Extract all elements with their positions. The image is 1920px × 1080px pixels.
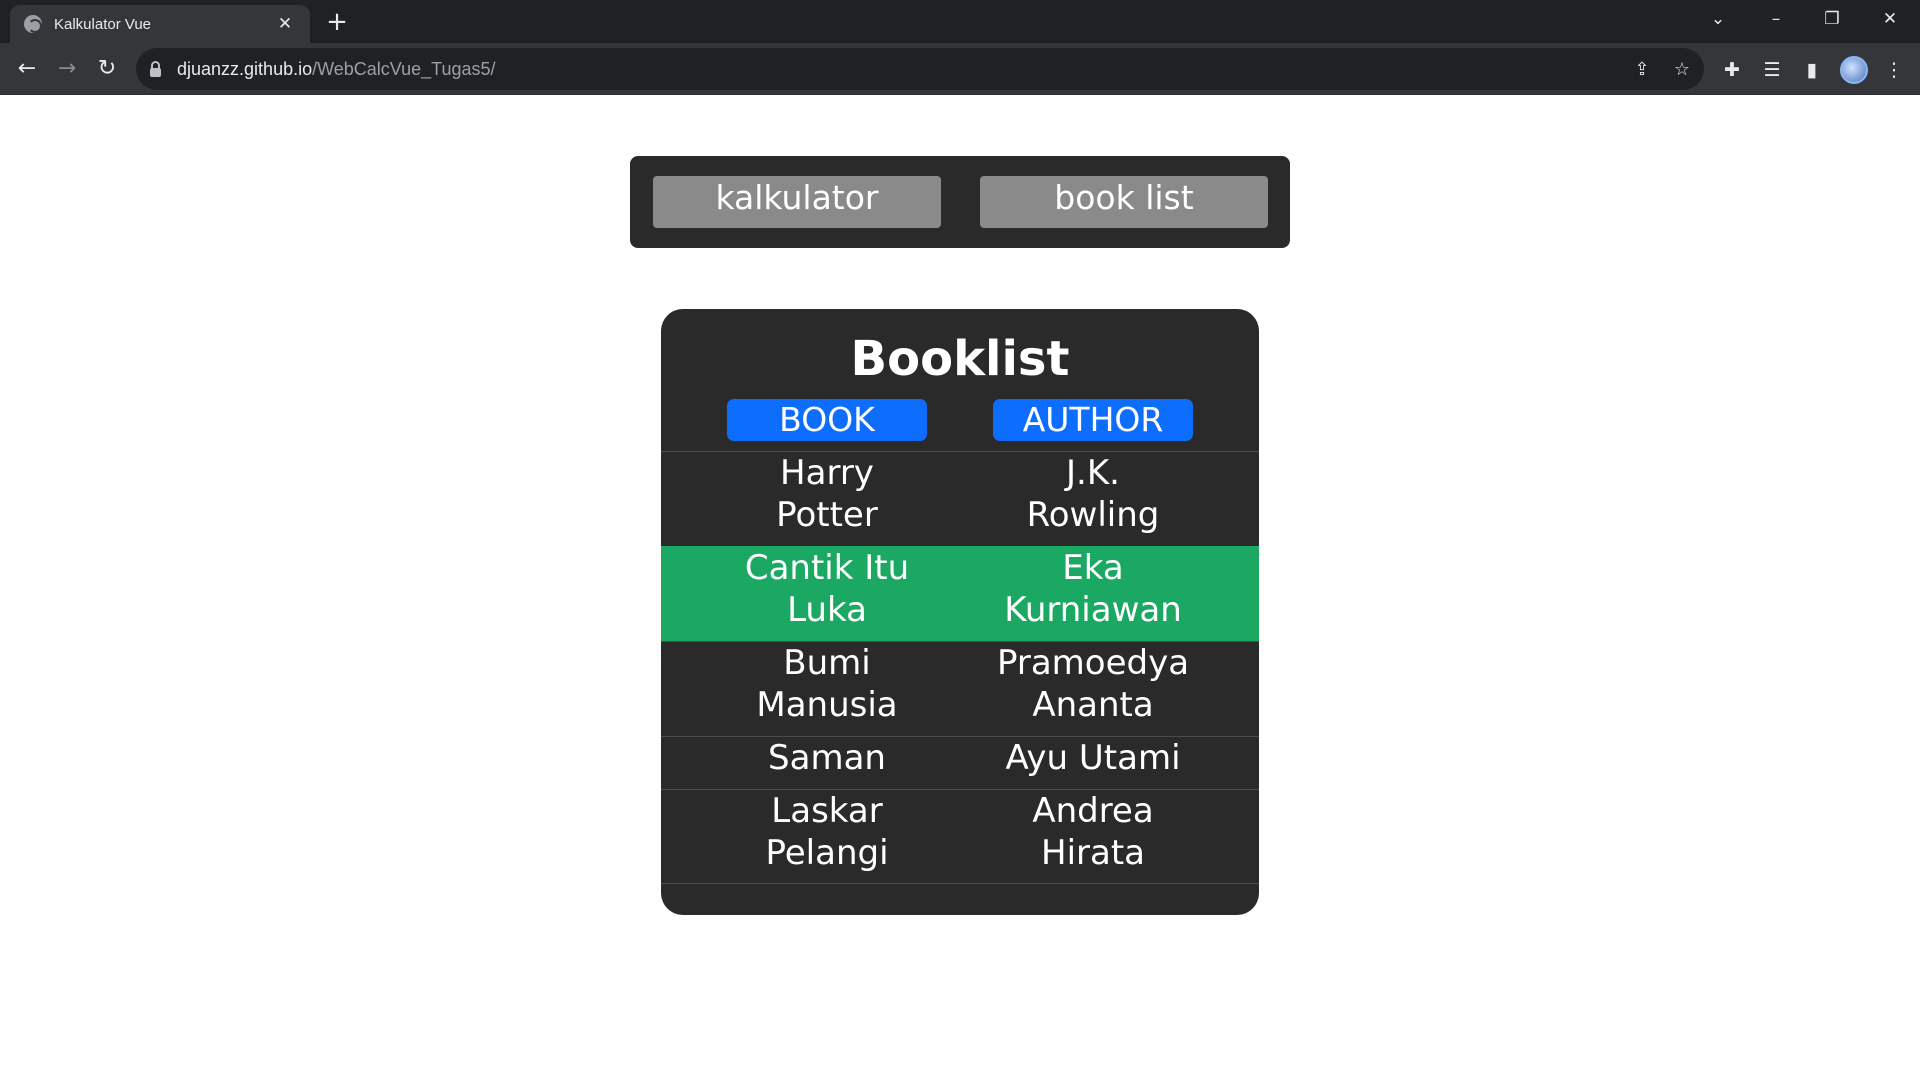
author-column-header[interactable]: AUTHOR xyxy=(993,399,1193,441)
book-column-header[interactable]: BOOK xyxy=(727,399,927,441)
url-text: djuanzz.github.io/WebCalcVue_Tugas5/ xyxy=(177,58,496,79)
tab-strip: Kalkulator Vue ✕ + ⌄ – ❐ ✕ xyxy=(0,0,1920,43)
restore-icon[interactable]: ❐ xyxy=(1810,4,1854,34)
new-tab-icon[interactable]: + xyxy=(322,8,352,38)
lock-icon xyxy=(150,60,161,77)
extensions-icon[interactable]: ✚ xyxy=(1719,57,1745,83)
book-cell-line: Potter xyxy=(776,495,878,535)
close-tab-icon[interactable]: ✕ xyxy=(274,14,296,34)
book-cell-line: Laskar xyxy=(771,791,883,831)
table-row[interactable]: Cantik Itu Luka Eka Kurniawan xyxy=(661,546,1259,641)
table-row[interactable]: Bumi Manusia Pramoedya Ananta xyxy=(661,641,1259,736)
book-cell: Saman xyxy=(717,737,937,779)
book-cell-line: Pelangi xyxy=(765,833,889,873)
author-cell-line: Rowling xyxy=(1026,495,1160,535)
book-cell-line: Manusia xyxy=(756,685,898,725)
book-table: Harry Potter J.K. Rowling Cantik Itu Luka Eka K… xyxy=(661,451,1259,884)
author-cell: J.K. Rowling xyxy=(983,452,1203,536)
address-bar[interactable]: djuanzz.github.io/WebCalcVue_Tugas5/ ⇪ ☆ xyxy=(136,48,1704,90)
table-row[interactable]: Harry Potter J.K. Rowling xyxy=(661,451,1259,546)
author-cell-line: Kurniawan xyxy=(1004,590,1182,630)
forward-icon[interactable]: → xyxy=(51,53,83,85)
profile-avatar[interactable] xyxy=(1840,56,1868,84)
minimize-icon[interactable]: – xyxy=(1754,4,1798,34)
book-cell-line: Harry xyxy=(780,453,874,493)
author-cell-line: Ananta xyxy=(1032,685,1154,725)
book-cell-line: Luka xyxy=(787,590,867,630)
book-cell-line: Bumi xyxy=(783,643,871,683)
author-cell-line: Hirata xyxy=(1041,833,1145,873)
author-cell-line: Andrea xyxy=(1032,791,1154,831)
author-cell-line: Pramoedya xyxy=(996,643,1190,683)
nav-panel: kalkulator book list xyxy=(630,156,1290,248)
author-cell-line: Ayu Utami xyxy=(1005,738,1181,778)
booklist-button[interactable]: book list xyxy=(980,176,1268,228)
author-cell: Pramoedya Ananta xyxy=(983,642,1203,726)
browser-tab[interactable]: Kalkulator Vue ✕ xyxy=(10,5,310,43)
book-cell: Bumi Manusia xyxy=(717,642,937,726)
close-window-icon[interactable]: ✕ xyxy=(1868,4,1912,34)
book-cell-line: Cantik Itu xyxy=(744,548,910,588)
media-control-icon[interactable]: ☰ xyxy=(1759,57,1785,83)
book-cell: Cantik Itu Luka xyxy=(717,547,937,631)
author-cell: Eka Kurniawan xyxy=(983,547,1203,631)
book-cell: Laskar Pelangi xyxy=(717,790,937,874)
tab-title: Kalkulator Vue xyxy=(54,15,152,33)
back-icon[interactable]: ← xyxy=(11,53,43,85)
page-content: kalkulator book list Booklist BOOK AUTHO… xyxy=(0,96,1920,1080)
menu-kebab-icon[interactable]: ⋮ xyxy=(1881,57,1907,83)
bookmark-star-icon[interactable]: ☆ xyxy=(1670,58,1694,82)
globe-icon xyxy=(24,15,42,33)
table-row[interactable]: Saman Ayu Utami xyxy=(661,736,1259,789)
book-cell: Harry Potter xyxy=(717,452,937,536)
share-icon[interactable]: ⇪ xyxy=(1630,58,1654,82)
author-cell-line: J.K. xyxy=(1066,453,1120,493)
book-cell-line: Saman xyxy=(768,738,886,778)
booklist-title: Booklist xyxy=(850,331,1070,387)
reload-icon[interactable]: ↻ xyxy=(91,53,123,85)
author-cell-line: Eka xyxy=(1062,548,1124,588)
table-row[interactable]: Laskar Pelangi Andrea Hirata xyxy=(661,789,1259,884)
browser-toolbar: ← → ↻ djuanzz.github.io/WebCalcVue_Tugas… xyxy=(0,43,1920,95)
side-panel-icon[interactable]: ▮ xyxy=(1799,57,1825,83)
author-cell: Ayu Utami xyxy=(983,737,1203,779)
tab-search-icon[interactable]: ⌄ xyxy=(1696,4,1740,34)
author-cell: Andrea Hirata xyxy=(983,790,1203,874)
booklist-card: Booklist BOOK AUTHOR Harry Potter J.K. Rowl… xyxy=(661,309,1259,915)
calculator-button[interactable]: kalkulator xyxy=(653,176,941,228)
